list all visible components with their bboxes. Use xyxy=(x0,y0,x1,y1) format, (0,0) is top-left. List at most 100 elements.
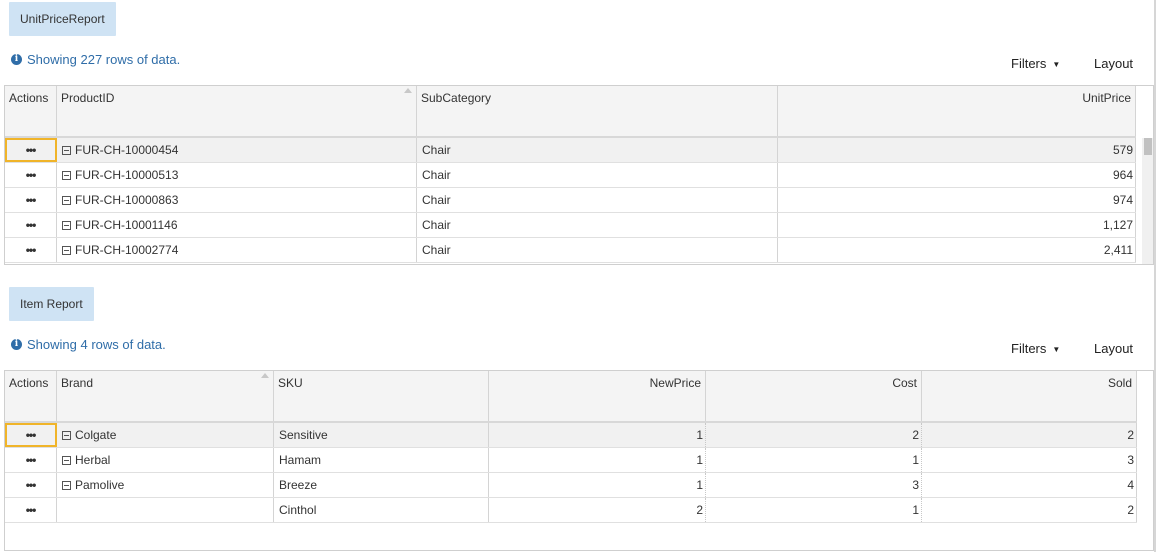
subcategory-cell: Chair xyxy=(417,213,778,237)
sort-up-icon[interactable] xyxy=(261,373,269,378)
collapse-box-icon[interactable] xyxy=(62,431,71,441)
row-actions-button[interactable]: ••• xyxy=(5,423,57,447)
row-actions-button[interactable]: ••• xyxy=(5,188,57,212)
column-header-cost[interactable]: Cost xyxy=(706,371,922,421)
row-actions-button[interactable]: ••• xyxy=(5,213,57,237)
column-header-label: Brand xyxy=(61,376,94,390)
table-row[interactable]: ••• FUR-CH-10000513 Chair 964 xyxy=(5,163,1136,188)
column-header-unitprice[interactable]: UnitPrice xyxy=(778,86,1136,136)
item-report-grid: Actions Brand SKU NewPrice Cost Sold •••… xyxy=(4,370,1154,551)
column-header-sku[interactable]: SKU xyxy=(274,371,489,421)
cost-cell: 1 xyxy=(706,448,922,472)
table-row[interactable]: ••• FUR-CH-10000454 Chair 579 xyxy=(5,138,1136,163)
report1-layout-button[interactable]: Layout xyxy=(1094,56,1133,71)
report2-layout-button[interactable]: Layout xyxy=(1094,341,1133,356)
row-actions-button[interactable]: ••• xyxy=(5,473,57,497)
unit-price-report-button[interactable]: UnitPriceReport xyxy=(9,2,116,36)
report2-filters-menu[interactable]: Filters ▼ xyxy=(1011,341,1060,356)
column-header-label: ProductID xyxy=(61,91,115,105)
grid-scrollbar[interactable] xyxy=(1142,138,1153,264)
table-row[interactable]: ••• FUR-CH-10000863 Chair 974 xyxy=(5,188,1136,213)
column-header-actions[interactable]: Actions xyxy=(5,86,57,136)
report1-info-text: Showing 227 rows of data. xyxy=(27,52,181,67)
grid-header: Actions ProductID SubCategory UnitPrice xyxy=(5,86,1136,138)
unitprice-cell: 974 xyxy=(778,188,1136,212)
grid-header: Actions Brand SKU NewPrice Cost Sold xyxy=(5,371,1137,423)
column-header-subcategory[interactable]: SubCategory xyxy=(417,86,778,136)
collapse-box-icon[interactable] xyxy=(62,146,71,156)
brand-cell: Pamolive xyxy=(57,473,274,497)
subcategory-cell: Chair xyxy=(417,163,778,187)
cost-cell: 2 xyxy=(706,423,922,447)
collapse-box-icon[interactable] xyxy=(62,171,71,181)
brand-text: Pamolive xyxy=(75,478,125,492)
sold-cell: 3 xyxy=(922,448,1137,472)
productid-cell: FUR-CH-10002774 xyxy=(57,238,417,262)
collapse-box-icon[interactable] xyxy=(62,246,71,256)
collapse-box-icon[interactable] xyxy=(62,196,71,206)
sold-cell: 2 xyxy=(922,423,1137,447)
cost-cell: 3 xyxy=(706,473,922,497)
cost-cell: 1 xyxy=(706,498,922,522)
grid-body: ••• Colgate Sensitive 1 2 2 ••• Herbal H… xyxy=(5,423,1137,523)
item-report-button[interactable]: Item Report xyxy=(9,287,94,321)
newprice-cell: 2 xyxy=(489,498,706,522)
report1-filters-menu[interactable]: Filters ▼ xyxy=(1011,56,1060,71)
unitprice-cell: 1,127 xyxy=(778,213,1136,237)
table-row[interactable]: ••• FUR-CH-10002774 Chair 2,411 xyxy=(5,238,1136,263)
row-actions-button[interactable]: ••• xyxy=(5,498,57,522)
column-header-newprice[interactable]: NewPrice xyxy=(489,371,706,421)
row-actions-button[interactable]: ••• xyxy=(5,238,57,262)
info-circle-icon: i xyxy=(11,54,22,65)
filters-label: Filters xyxy=(1011,56,1047,71)
sku-cell: Hamam xyxy=(274,448,489,472)
column-header-sold[interactable]: Sold xyxy=(922,371,1137,421)
productid-text: FUR-CH-10002774 xyxy=(75,243,179,257)
brand-cell xyxy=(57,498,274,522)
table-row[interactable]: ••• Pamolive Breeze 1 3 4 xyxy=(5,473,1137,498)
productid-cell: FUR-CH-10000863 xyxy=(57,188,417,212)
table-row[interactable]: ••• Colgate Sensitive 1 2 2 xyxy=(5,423,1137,448)
caret-down-icon: ▼ xyxy=(1052,345,1061,354)
subcategory-cell: Chair xyxy=(417,238,778,262)
column-header-productid[interactable]: ProductID xyxy=(57,86,417,136)
subcategory-cell: Chair xyxy=(417,188,778,212)
productid-text: FUR-CH-10001146 xyxy=(75,218,178,232)
row-actions-button[interactable]: ••• xyxy=(5,138,57,162)
caret-down-icon: ▼ xyxy=(1052,60,1061,69)
productid-text: FUR-CH-10000454 xyxy=(75,143,179,157)
productid-cell: FUR-CH-10000513 xyxy=(57,163,417,187)
grid-body: ••• FUR-CH-10000454 Chair 579 ••• FUR-CH… xyxy=(5,138,1136,263)
filters-label: Filters xyxy=(1011,341,1047,356)
sold-cell: 4 xyxy=(922,473,1137,497)
collapse-box-icon[interactable] xyxy=(62,221,71,231)
column-header-actions[interactable]: Actions xyxy=(5,371,57,421)
report2-info-text: Showing 4 rows of data. xyxy=(27,337,166,352)
collapse-box-icon[interactable] xyxy=(62,456,71,466)
collapse-box-icon[interactable] xyxy=(62,481,71,491)
sort-up-icon[interactable] xyxy=(404,88,412,93)
subcategory-cell: Chair xyxy=(417,138,778,162)
newprice-cell: 1 xyxy=(489,448,706,472)
newprice-cell: 1 xyxy=(489,423,706,447)
scrollbar-thumb[interactable] xyxy=(1144,138,1152,155)
row-actions-button[interactable]: ••• xyxy=(5,163,57,187)
unitprice-cell: 964 xyxy=(778,163,1136,187)
newprice-cell: 1 xyxy=(489,473,706,497)
productid-cell: FUR-CH-10000454 xyxy=(57,138,417,162)
brand-cell: Herbal xyxy=(57,448,274,472)
table-row[interactable]: ••• Herbal Hamam 1 1 3 xyxy=(5,448,1137,473)
sku-cell: Breeze xyxy=(274,473,489,497)
productid-text: FUR-CH-10000863 xyxy=(75,193,179,207)
info-circle-icon: i xyxy=(11,339,22,350)
table-row[interactable]: ••• Cinthol 2 1 2 xyxy=(5,498,1137,523)
column-header-brand[interactable]: Brand xyxy=(57,371,274,421)
row-actions-button[interactable]: ••• xyxy=(5,448,57,472)
table-row[interactable]: ••• FUR-CH-10001146 Chair 1,127 xyxy=(5,213,1136,238)
sold-cell: 2 xyxy=(922,498,1137,522)
productid-text: FUR-CH-10000513 xyxy=(75,168,179,182)
unit-price-grid: Actions ProductID SubCategory UnitPrice … xyxy=(4,85,1154,265)
report2-row-count: i Showing 4 rows of data. xyxy=(11,337,166,352)
brand-text: Colgate xyxy=(75,428,117,442)
brand-cell: Colgate xyxy=(57,423,274,447)
